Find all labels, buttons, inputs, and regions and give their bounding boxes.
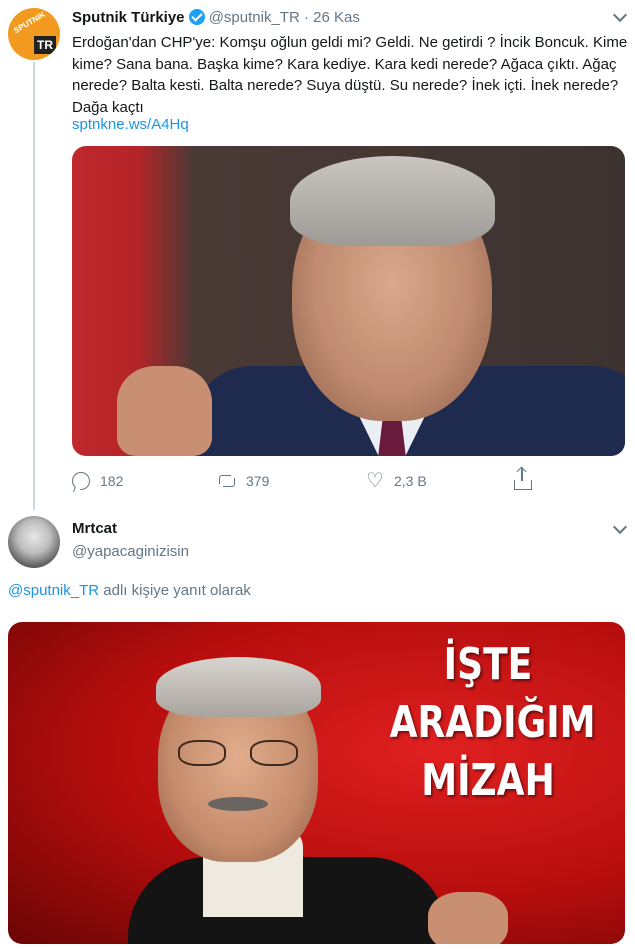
photo-figure-hair bbox=[290, 156, 495, 246]
author-name[interactable]: Mrtcat bbox=[72, 520, 117, 537]
tweet-header: Sputnik Türkiye @sputnik_TR · 26 Kas bbox=[72, 8, 360, 28]
reply-button[interactable]: 182 bbox=[72, 472, 123, 490]
meme-line-2: ARADIĞIM bbox=[389, 697, 596, 748]
avatar-logo-badge: TR bbox=[34, 36, 56, 54]
photo-figure-hand bbox=[117, 366, 212, 456]
reply-photo[interactable]: İŞTE ARADIĞIM MİZAH bbox=[8, 622, 625, 944]
tweet-photo[interactable] bbox=[72, 146, 625, 456]
chevron-down-icon[interactable] bbox=[612, 7, 628, 23]
tweet-actions: 182 379 ♡ 2,3 B bbox=[72, 468, 552, 496]
photo-figure-glasses bbox=[178, 740, 298, 768]
meme-caption: İŞTE ARADIĞIM MİZAH bbox=[389, 636, 596, 810]
photo-figure-hair bbox=[156, 657, 321, 717]
like-count: 2,3 B bbox=[394, 473, 427, 489]
share-button[interactable] bbox=[514, 468, 532, 490]
reply-icon bbox=[72, 472, 90, 490]
photo-figure-mustache bbox=[208, 797, 268, 811]
author-handle[interactable]: @sputnik_TR bbox=[209, 9, 300, 26]
tweet-date[interactable]: 26 Kas bbox=[313, 9, 360, 26]
retweet-button[interactable]: 379 bbox=[218, 472, 269, 490]
avatar-mrtcat[interactable] bbox=[8, 516, 60, 568]
retweet-icon bbox=[218, 472, 236, 490]
avatar-logo-text: SPUTNIK bbox=[12, 9, 48, 36]
separator-dot: · bbox=[303, 9, 309, 26]
retweet-count: 379 bbox=[246, 473, 270, 489]
author-name[interactable]: Sputnik Türkiye bbox=[72, 9, 185, 26]
reply-mention-link[interactable]: @sputnik_TR bbox=[8, 582, 99, 599]
tweet-link[interactable]: sptnkne.ws/A4Hq bbox=[72, 116, 189, 133]
photo-figure-hand bbox=[428, 892, 508, 944]
meme-line-1: İŞTE bbox=[443, 639, 533, 690]
tweet-text: Erdoğan'dan CHP'ye: Komşu oğlun geldi mi… bbox=[72, 34, 628, 116]
like-button[interactable]: ♡ 2,3 B bbox=[366, 470, 427, 492]
like-icon: ♡ bbox=[366, 470, 384, 492]
reply-count: 182 bbox=[100, 473, 124, 489]
avatar-sputnik[interactable]: SPUTNIK TR bbox=[8, 8, 60, 60]
thread-connector-line bbox=[33, 62, 35, 510]
chevron-down-icon[interactable] bbox=[612, 519, 628, 535]
meme-line-3: MİZAH bbox=[421, 755, 555, 806]
author-handle[interactable]: @yapacaginizisin bbox=[72, 543, 189, 560]
reply-to-label: adlı kişiye yanıt olarak bbox=[99, 582, 251, 599]
share-icon bbox=[514, 468, 532, 490]
replying-to: @sputnik_TR adlı kişiye yanıt olarak bbox=[8, 582, 251, 599]
verified-icon bbox=[188, 9, 205, 25]
